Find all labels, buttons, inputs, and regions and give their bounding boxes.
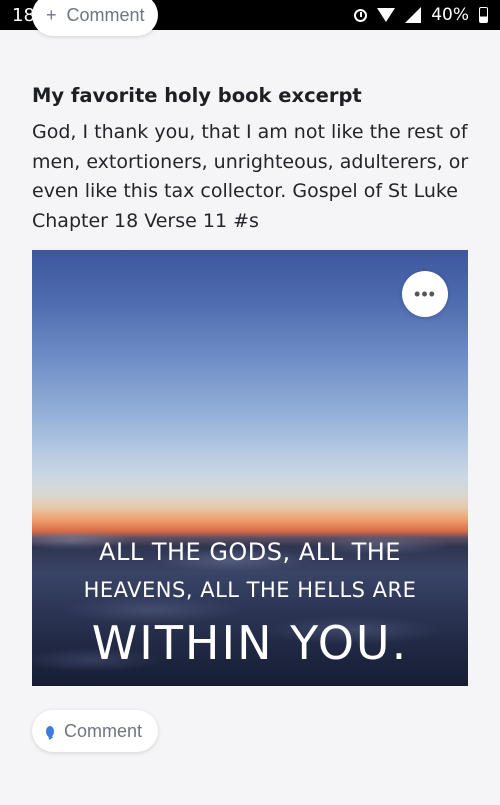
alarm-icon	[354, 8, 368, 22]
wifi-icon	[377, 8, 396, 22]
comment-button-label: Comment	[63, 720, 142, 741]
comment-button-label: Comment	[66, 4, 145, 25]
post-title: My favorite holy book excerpt	[32, 84, 362, 107]
post-image[interactable]: ALL THE GODS, ALL THE HEAVENS, ALL THE H…	[32, 250, 468, 686]
chat-bubble-icon	[46, 725, 54, 737]
battery-percent: 40%	[431, 5, 469, 25]
comment-icon: +	[46, 4, 57, 25]
ellipsis-icon: •••	[414, 283, 436, 304]
comment-button[interactable]: Comment	[32, 710, 158, 752]
image-quote-line1: ALL THE GODS, ALL THE	[99, 538, 401, 566]
image-quote-line3: WITHIN YOU.	[91, 616, 409, 670]
more-options-button[interactable]: •••	[402, 271, 448, 317]
previous-post-comment-button[interactable]: + Comment	[32, 0, 158, 36]
battery-icon	[479, 7, 488, 23]
post-body: God, I thank you, that I am not like the…	[32, 121, 469, 232]
image-quote-line2: HEAVENS, ALL THE HELLS ARE	[83, 578, 417, 602]
cellular-signal-icon	[405, 7, 422, 23]
status-bar-right: 40%	[354, 5, 488, 25]
